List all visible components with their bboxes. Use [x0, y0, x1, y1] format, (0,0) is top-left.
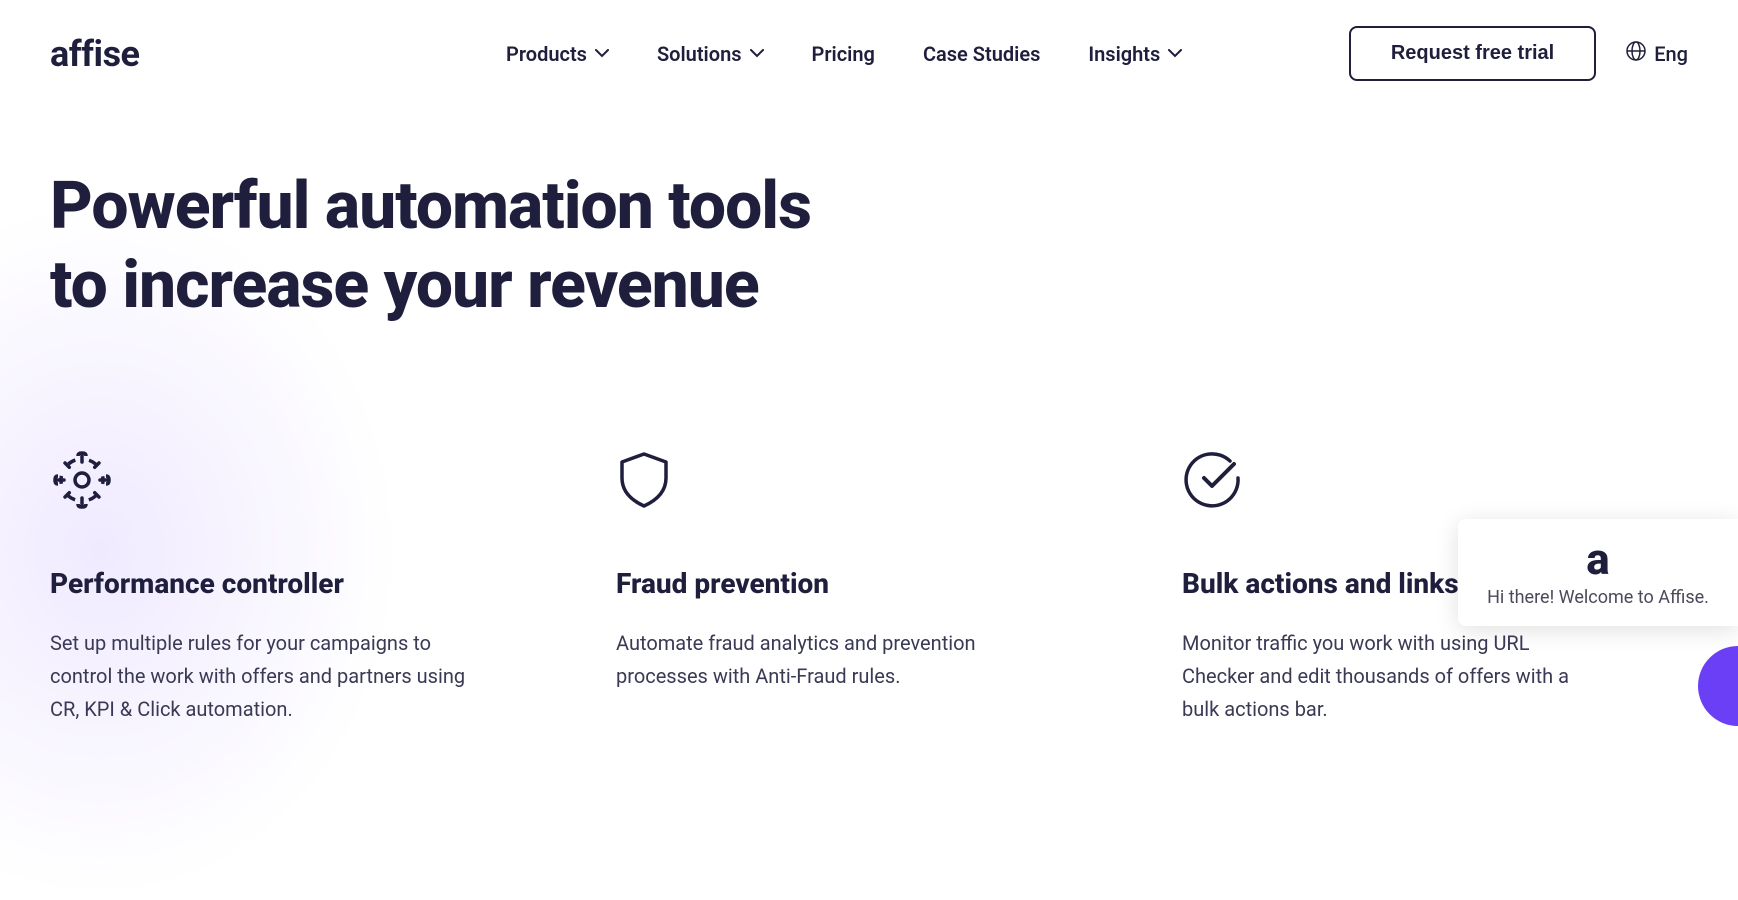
nav-solutions[interactable]: Solutions	[657, 42, 764, 66]
main-content: Powerful automation tools to increase yo…	[0, 107, 1738, 766]
gear-icon	[50, 445, 120, 515]
nav-products-label: Products	[506, 42, 587, 66]
chat-greeting: Hi there! Welcome to Affise.	[1487, 587, 1709, 608]
header-right: Request free trial Eng	[1349, 26, 1688, 81]
shield-icon	[616, 445, 686, 515]
nav-pricing-label: Pricing	[812, 42, 875, 66]
nav-case-studies-label: Case Studies	[923, 42, 1040, 66]
nav-insights[interactable]: Insights	[1088, 42, 1182, 66]
site-header: affise Products Solutions Pricing Case S…	[0, 0, 1738, 107]
globe-icon	[1626, 41, 1646, 66]
hero-title: Powerful automation tools to increase yo…	[50, 167, 1050, 325]
nav-case-studies[interactable]: Case Studies	[923, 42, 1040, 66]
chat-widget[interactable]: a Hi there! Welcome to Affise.	[1458, 519, 1738, 626]
chevron-down-icon	[595, 47, 609, 61]
check-circle-icon	[1182, 445, 1252, 515]
request-trial-button[interactable]: Request free trial	[1349, 26, 1596, 81]
language-label: Eng	[1654, 42, 1688, 66]
feature-fraud-desc: Automate fraud analytics and prevention …	[616, 627, 1036, 693]
main-nav: Products Solutions Pricing Case Studies …	[506, 42, 1182, 66]
feature-fraud-title: Fraud prevention	[616, 565, 1036, 603]
hero-title-line1: Powerful automation tools	[50, 168, 811, 245]
nav-pricing[interactable]: Pricing	[812, 42, 875, 66]
brand-logo[interactable]: affise	[50, 33, 140, 75]
feature-performance: Performance controller Set up multiple r…	[50, 445, 470, 726]
chevron-down-icon	[1168, 47, 1182, 61]
feature-performance-desc: Set up multiple rules for your campaigns…	[50, 627, 470, 726]
features-grid: Performance controller Set up multiple r…	[50, 445, 1688, 726]
language-selector[interactable]: Eng	[1626, 41, 1688, 66]
chevron-down-icon	[750, 47, 764, 61]
hero-title-line2: to increase your revenue	[50, 247, 759, 324]
nav-insights-label: Insights	[1088, 42, 1160, 66]
chat-logo: a	[1586, 537, 1609, 581]
nav-products[interactable]: Products	[506, 42, 609, 66]
feature-bulk-desc: Monitor traffic you work with using URL …	[1182, 627, 1602, 726]
feature-performance-title: Performance controller	[50, 565, 470, 603]
feature-fraud: Fraud prevention Automate fraud analytic…	[616, 445, 1036, 726]
nav-solutions-label: Solutions	[657, 42, 742, 66]
